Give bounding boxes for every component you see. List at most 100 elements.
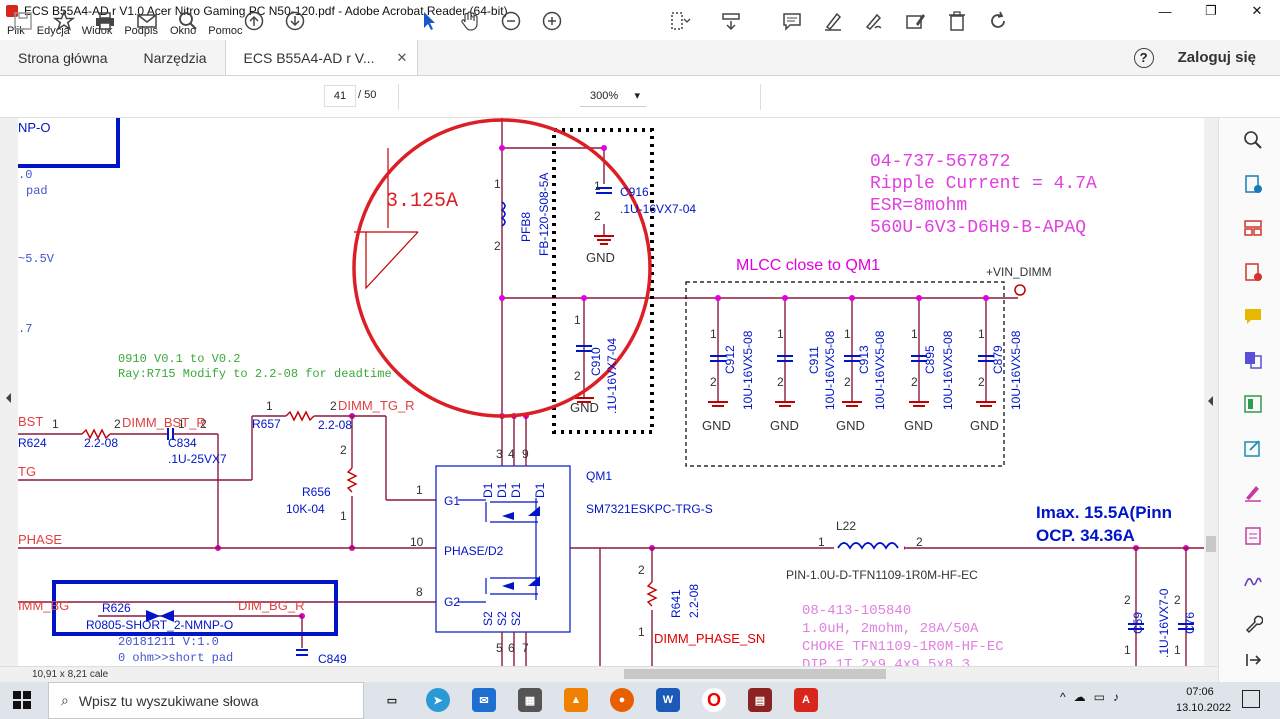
svg-text:6: 6 <box>508 641 515 655</box>
current-label: 3.125A <box>386 190 458 213</box>
svg-text:2: 2 <box>594 209 601 223</box>
divider <box>760 84 761 110</box>
page-number-input[interactable]: 41 <box>324 85 356 107</box>
tab-document[interactable]: ECS B55A4-AD r V... ✕ <box>224 40 419 75</box>
taskbar-search-input[interactable]: ⌕ Wpisz tu wyszukiwane słowa <box>48 682 364 719</box>
d1-label: D1 <box>481 482 495 498</box>
c879-value: 10U-16VX5-08 <box>1009 330 1023 410</box>
r641-label: R641 <box>669 589 683 618</box>
help-icon[interactable]: ? <box>1133 47 1154 68</box>
svg-text:1: 1 <box>777 327 784 341</box>
opera-icon[interactable]: O <box>702 688 726 712</box>
svg-text:9: 9 <box>522 447 529 461</box>
save-icon[interactable] <box>11 9 35 33</box>
signature-icon[interactable] <box>1241 568 1265 592</box>
c59-label: C59 <box>1131 612 1145 634</box>
cap-part-label: 560U-6V3-D6H9-B-APAQ <box>870 218 1086 238</box>
select-cursor-icon[interactable] <box>417 9 441 33</box>
vertical-scrollbar[interactable] <box>1204 118 1218 666</box>
windows-start-icon[interactable] <box>12 690 32 710</box>
page-up-icon[interactable] <box>242 9 266 33</box>
page-fit-icon[interactable] <box>668 9 692 33</box>
combine-files-icon[interactable] <box>1241 348 1265 372</box>
svg-text:1: 1 <box>818 535 825 549</box>
fill-sign-icon[interactable] <box>903 9 927 33</box>
vlc-icon[interactable]: ▲ <box>564 688 588 712</box>
share-icon[interactable] <box>1241 436 1265 460</box>
close-button[interactable]: ✕ <box>1234 0 1280 22</box>
search-icon: ⌕ <box>61 692 69 708</box>
star-icon[interactable] <box>52 9 76 33</box>
svg-text:2: 2 <box>330 399 337 413</box>
print-icon[interactable] <box>93 9 117 33</box>
pfb8-label: PFB8 <box>519 212 533 242</box>
acrobat-taskbar-icon[interactable]: A <box>794 688 818 712</box>
r657-value: 2.2-08 <box>318 418 352 432</box>
telegram-icon[interactable]: ➤ <box>426 688 450 712</box>
ocp-label: OCP. 34.36A <box>1036 526 1135 545</box>
highlight-pen-icon[interactable] <box>821 9 845 33</box>
email-icon[interactable] <box>135 9 159 33</box>
svg-text:1: 1 <box>594 179 601 193</box>
trash-icon[interactable] <box>945 9 969 33</box>
left-pane-toggle[interactable] <box>0 118 18 666</box>
organize-pages-icon[interactable] <box>1241 216 1265 240</box>
notifications-icon[interactable] <box>1242 690 1260 708</box>
export-pdf-icon[interactable] <box>1241 172 1265 196</box>
right-tools-panel <box>1218 118 1280 682</box>
horizontal-scrollbar-thumb[interactable] <box>624 669 886 679</box>
svg-text:1: 1 <box>710 327 717 341</box>
svg-text:2: 2 <box>978 375 985 389</box>
minimize-button[interactable]: — <box>1142 0 1188 22</box>
schematic-drawing: 04-737-567872 Ripple Current = 4.7A ESR=… <box>18 118 1204 666</box>
tab-home[interactable]: Strona główna <box>0 40 126 75</box>
collapse-panel-icon[interactable] <box>1241 648 1265 672</box>
close-tab-icon[interactable]: ✕ <box>397 50 408 66</box>
firefox-icon[interactable]: ● <box>610 688 634 712</box>
redo-icon[interactable] <box>986 9 1010 33</box>
svg-text:1: 1 <box>416 483 423 497</box>
page-down-icon[interactable] <box>283 9 307 33</box>
s2-label: S2 <box>509 611 523 626</box>
hand-tool-icon[interactable] <box>458 9 482 33</box>
esr-label: ESR=8mohm <box>870 196 967 216</box>
scroll-mode-icon[interactable] <box>719 9 743 33</box>
document-canvas[interactable]: 04-737-567872 Ripple Current = 4.7A ESR=… <box>18 118 1204 666</box>
login-link[interactable]: Zaloguj się <box>1178 49 1256 66</box>
c-right-value: .1U-16VX7-0 <box>1157 588 1171 658</box>
mail-icon[interactable]: ✉ <box>472 688 496 712</box>
search-icon[interactable] <box>176 9 200 33</box>
r657-label: R657 <box>252 417 281 431</box>
draw-icon[interactable] <box>862 9 886 33</box>
create-pdf-icon[interactable] <box>1241 260 1265 284</box>
zoom-out-icon[interactable] <box>499 9 523 33</box>
zoom-in-icon[interactable] <box>540 9 564 33</box>
c913-label: C913 <box>857 345 871 374</box>
calculator-icon[interactable]: ▦ <box>518 688 542 712</box>
restore-button[interactable]: ❐ <box>1188 0 1234 22</box>
qm1-part: SM7321ESKPC-TRG-S <box>586 502 713 516</box>
edit-pdf-icon[interactable] <box>1241 392 1265 416</box>
comment-tool-icon[interactable] <box>1241 304 1265 328</box>
protect-icon[interactable] <box>1241 524 1265 548</box>
rev-note-2: Ray:R715 Modify to 2.2-08 for deadtime <box>118 367 392 381</box>
taskbar-clock[interactable]: 07:06 13.10.2022 <box>1176 684 1232 716</box>
word-icon[interactable]: W <box>656 688 680 712</box>
zoom-select[interactable]: 300% ▾ <box>580 85 646 107</box>
comment-icon[interactable] <box>780 9 804 33</box>
winrar-icon[interactable]: ▤ <box>748 688 772 712</box>
c834-label: C834 <box>168 436 197 450</box>
dim-bg-r-label: DIM_BG_R <box>238 598 304 613</box>
menu-help[interactable]: Pomoc <box>208 25 242 37</box>
clock-date: 13.10.2022 <box>1176 702 1232 714</box>
zoom-tool-icon[interactable] <box>1241 128 1265 152</box>
page-dimensions: 10,91 x 8,21 cale <box>32 669 109 680</box>
svg-text:2: 2 <box>200 417 207 431</box>
task-view-icon[interactable]: ▭ <box>380 688 404 712</box>
more-tools-icon[interactable] <box>1241 612 1265 636</box>
tab-tools[interactable]: Narzędzia <box>126 40 225 75</box>
s2-label: S2 <box>481 611 495 626</box>
fill-sign-tool-icon[interactable] <box>1241 480 1265 504</box>
dimm-phase-sn-label: DIMM_PHASE_SN <box>654 631 765 646</box>
tray-icons[interactable]: ^☁▭♪ <box>1060 690 1127 704</box>
